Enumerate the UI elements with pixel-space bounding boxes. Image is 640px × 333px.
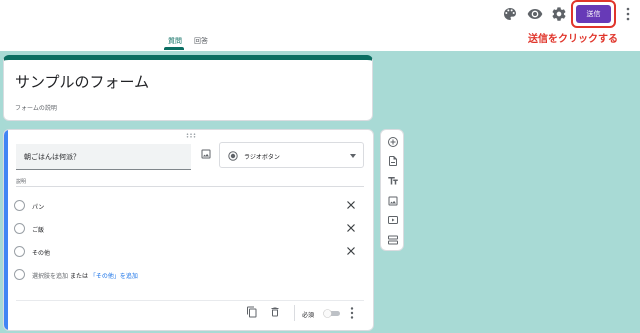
question-type-select[interactable]: ラジオボタン [219,142,364,168]
option-item[interactable]: ご飯 [14,222,364,236]
drag-handle-icon[interactable] [186,133,196,138]
description-underline [16,186,364,187]
radio-unchecked-icon [14,223,25,234]
option-label[interactable]: パン [32,202,44,211]
radio-unchecked-icon [14,269,25,280]
send-button-highlight: 送信 [571,0,616,28]
eye-icon[interactable] [527,6,543,22]
description-label[interactable]: 説明 [16,178,26,185]
add-option-link[interactable]: 選択肢を追加 [32,273,68,280]
question-text: 朝ごはんは何派？ [24,153,80,161]
radio-unchecked-icon [14,246,25,257]
side-toolbar [380,129,404,251]
tab-questions[interactable]: 質問 [168,36,182,46]
section-icon[interactable] [387,234,399,246]
close-icon[interactable] [346,246,356,256]
required-label: 必須 [302,312,315,319]
tab-responses[interactable]: 回答 [194,36,208,46]
gear-icon[interactable] [551,6,567,22]
trash-icon[interactable] [269,306,281,318]
option-item[interactable]: その他 [14,245,364,259]
more-vert-icon[interactable] [348,306,356,320]
add-option-line: 選択肢を追加 または 「その他」を追加 [32,271,138,280]
question-input[interactable]: 朝ごはんは何派？ [16,144,191,170]
duplicate-icon[interactable] [246,306,258,318]
close-icon[interactable] [346,223,356,233]
required-toggle[interactable] [323,309,341,318]
active-tab-indicator [164,47,184,50]
add-question-icon[interactable] [387,136,399,148]
form-title[interactable]: サンプルのフォーム [15,71,149,92]
question-type-label: ラジオボタン [244,154,280,161]
more-vert-icon[interactable] [624,6,632,22]
close-icon[interactable] [346,200,356,210]
question-card[interactable]: 朝ごはんは何派？ ラジオボタン 説明 パン ご飯 その他 選択肢を追加 または … [3,129,374,331]
radio-checked-icon [228,151,238,161]
annotation-text: 送信をクリックする [528,34,618,45]
form-description[interactable]: フォームの説明 [15,103,57,112]
add-image-icon[interactable] [200,148,212,160]
active-question-indicator [4,130,8,330]
image-icon[interactable] [387,195,399,207]
add-option-row: 選択肢を追加 または 「その他」を追加 [14,268,364,282]
send-button[interactable]: 送信 [576,5,611,23]
option-label[interactable]: その他 [32,248,50,257]
or-label: または [69,273,88,280]
import-icon[interactable] [387,155,399,167]
title-text-icon[interactable] [387,175,399,187]
form-title-card[interactable]: サンプルのフォーム フォームの説明 [3,55,373,121]
radio-unchecked-icon [14,200,25,211]
footer-separator [294,305,295,321]
option-label[interactable]: ご飯 [32,225,44,234]
option-item[interactable]: パン [14,199,364,213]
add-other-link[interactable]: 「その他」を追加 [90,273,138,280]
video-icon[interactable] [387,214,399,226]
footer-divider [16,300,364,301]
chevron-down-icon [350,154,356,158]
palette-icon[interactable] [502,6,518,22]
